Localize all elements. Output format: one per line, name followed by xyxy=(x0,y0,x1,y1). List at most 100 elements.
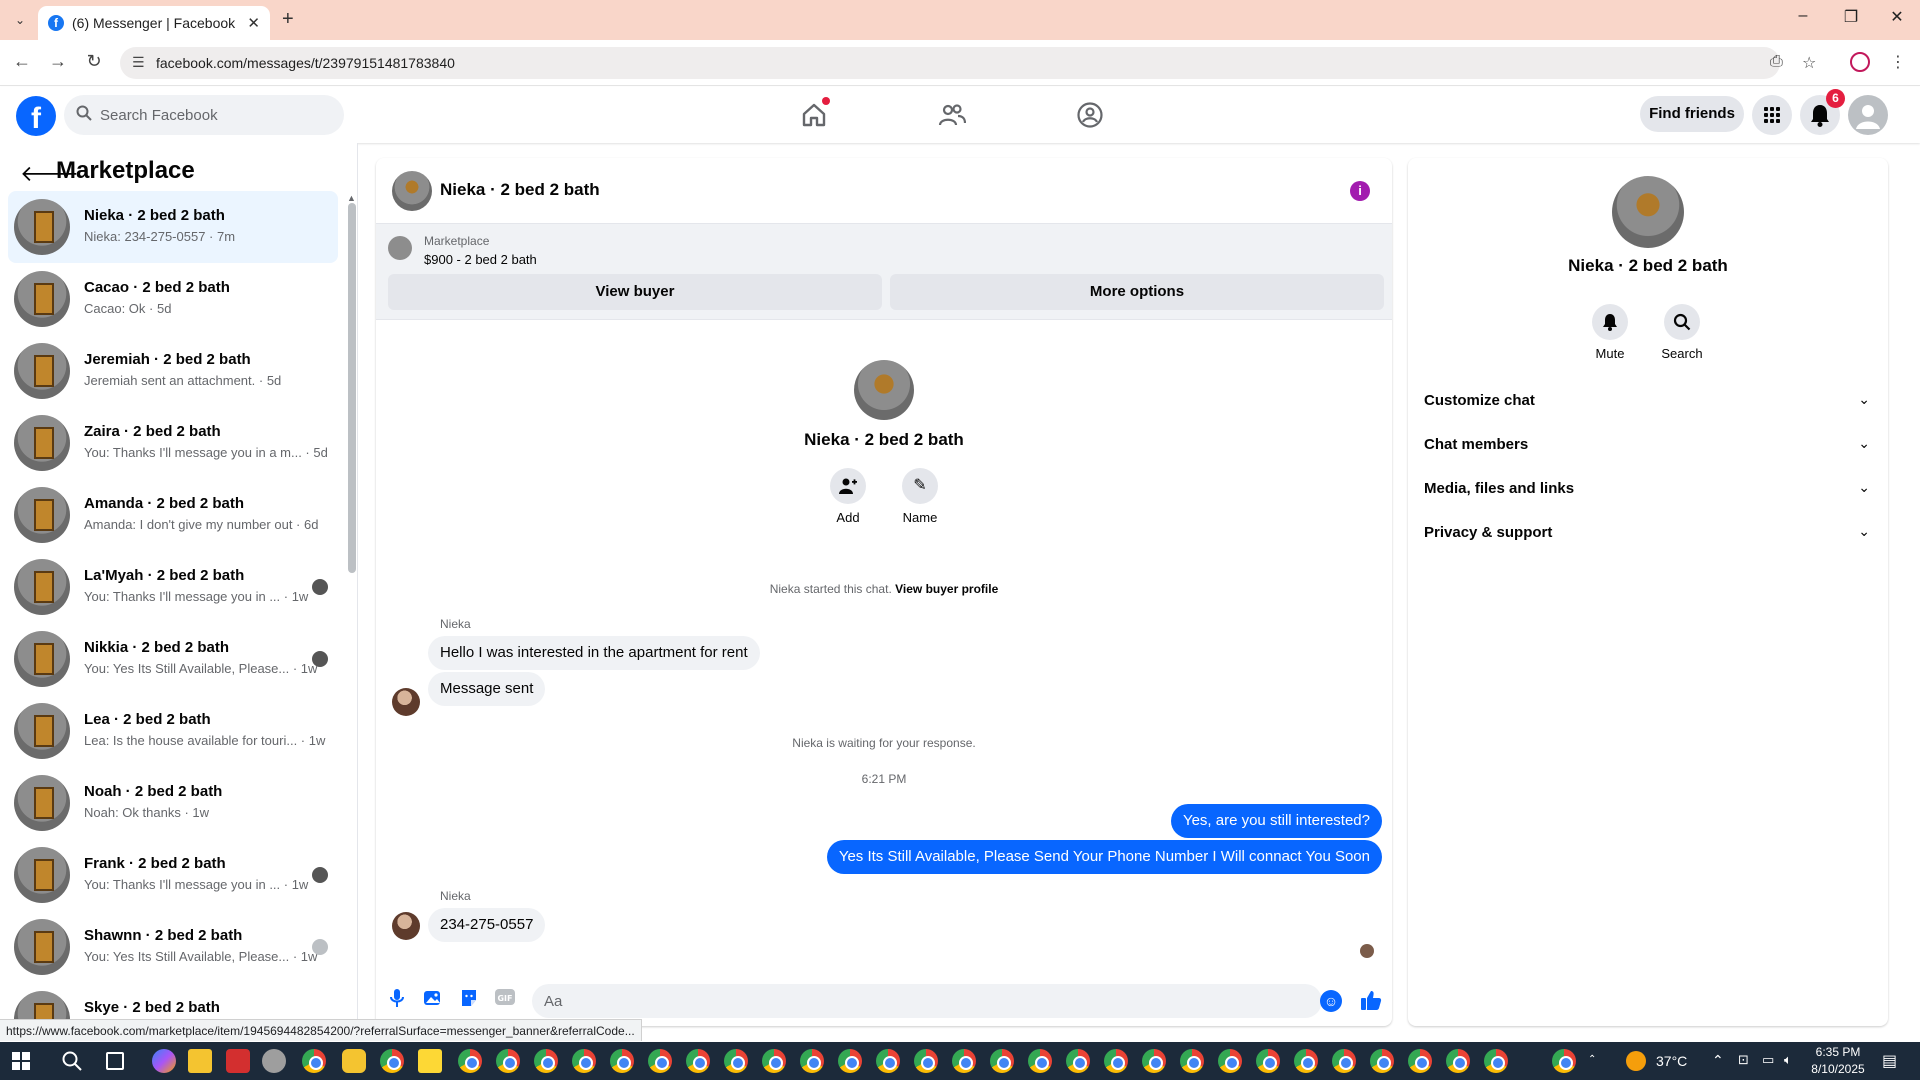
weather-sun-icon[interactable] xyxy=(1626,1051,1646,1071)
friends-icon[interactable] xyxy=(938,101,966,129)
incoming-message[interactable]: Hello I was interested in the apartment … xyxy=(428,636,760,670)
copilot-icon[interactable] xyxy=(152,1049,176,1073)
find-friends-button[interactable]: Find friends xyxy=(1640,96,1744,132)
chrome-icon[interactable] xyxy=(1370,1049,1394,1073)
volume-icon[interactable]: 🔈︎ xyxy=(1784,1052,1792,1068)
temperature[interactable]: 37°C xyxy=(1656,1053,1687,1069)
app-gray-icon[interactable] xyxy=(262,1049,286,1073)
media-files-links-row[interactable]: Media, files and links ⌄ xyxy=(1424,470,1872,510)
chrome-icon[interactable] xyxy=(1066,1049,1090,1073)
scroll-up-arrow-icon[interactable]: ▲ xyxy=(347,193,356,203)
conversation-item[interactable]: Lea · 2 bed 2 bath Lea: Is the house ava… xyxy=(8,695,338,767)
chat-avatar[interactable] xyxy=(392,171,432,211)
conversation-item[interactable]: Jeremiah · 2 bed 2 bath Jeremiah sent an… xyxy=(8,335,338,407)
chrome-icon[interactable] xyxy=(1408,1049,1432,1073)
chrome-icon[interactable] xyxy=(914,1049,938,1073)
forward-arrow-icon[interactable]: → xyxy=(46,51,70,72)
listing-thumbnail[interactable] xyxy=(388,236,412,260)
conversation-item[interactable]: Amanda · 2 bed 2 bath Amanda: I don't gi… xyxy=(8,479,338,551)
message-input[interactable] xyxy=(532,984,1322,1018)
site-info-icon[interactable]: ☰ xyxy=(132,54,145,71)
tab-search-chevron-icon[interactable]: ⌄ xyxy=(10,10,30,30)
microphone-icon[interactable] xyxy=(386,988,408,1010)
chrome-icon[interactable] xyxy=(1484,1049,1508,1073)
minimize-icon[interactable]: – xyxy=(1788,7,1818,25)
chrome-icon[interactable] xyxy=(380,1049,404,1073)
conversation-item[interactable]: Frank · 2 bed 2 bath You: Thanks I'll me… xyxy=(8,839,338,911)
chat-title[interactable]: Nieka · 2 bed 2 bath xyxy=(440,180,600,200)
task-view-icon[interactable] xyxy=(106,1052,124,1070)
chrome-icon[interactable] xyxy=(1218,1049,1242,1073)
chrome-icon[interactable] xyxy=(496,1049,520,1073)
account-avatar[interactable] xyxy=(1848,95,1888,135)
conversation-scrollbar[interactable] xyxy=(348,203,356,573)
conversation-item[interactable]: Nieka · 2 bed 2 bath Nieka: 234-275-0557… xyxy=(8,191,338,263)
chrome-icon[interactable] xyxy=(838,1049,862,1073)
incoming-message[interactable]: Message sent xyxy=(428,672,546,706)
chrome-icon[interactable] xyxy=(1104,1049,1128,1073)
tray-app-icon[interactable]: ⊡ xyxy=(1738,1052,1749,1068)
new-tab-plus-icon[interactable]: + xyxy=(282,8,294,31)
browser-menu-icon[interactable]: ⋮ xyxy=(1890,52,1906,72)
window-close-icon[interactable]: ✕ xyxy=(1882,7,1912,27)
address-bar[interactable]: ☰ facebook.com/messages/t/23979151481783… xyxy=(120,47,1816,79)
listing-price[interactable]: $900 - 2 bed 2 bath xyxy=(424,252,537,267)
url-text[interactable]: facebook.com/messages/t/2397915148178384… xyxy=(156,55,455,71)
chrome-icon[interactable] xyxy=(1180,1049,1204,1073)
mute-button[interactable]: Mute xyxy=(1580,304,1640,361)
chrome-icon[interactable] xyxy=(952,1049,976,1073)
chrome-icon[interactable] xyxy=(1552,1049,1576,1073)
back-arrow-icon[interactable]: ← xyxy=(10,51,34,72)
groups-icon[interactable] xyxy=(1076,101,1104,129)
facebook-logo-icon[interactable]: f xyxy=(16,96,56,136)
chrome-icon[interactable] xyxy=(648,1049,672,1073)
browser-profile-icon[interactable] xyxy=(1850,52,1870,72)
chrome-icon[interactable] xyxy=(1028,1049,1052,1073)
notification-center-icon[interactable]: ▤ xyxy=(1882,1051,1897,1071)
gif-icon[interactable]: GIF xyxy=(494,988,516,1010)
conversation-item[interactable]: Nikkia · 2 bed 2 bath You: Yes Its Still… xyxy=(8,623,338,695)
conversation-item[interactable]: Noah · 2 bed 2 bath Noah: Ok thanks · 1w xyxy=(8,767,338,839)
chrome-icon[interactable] xyxy=(800,1049,824,1073)
menu-button[interactable] xyxy=(1752,95,1792,135)
app-red-icon[interactable] xyxy=(226,1049,250,1073)
chrome-icon[interactable] xyxy=(1142,1049,1166,1073)
conversation-item[interactable]: La'Myah · 2 bed 2 bath You: Thanks I'll … xyxy=(8,551,338,623)
chrome-icon[interactable] xyxy=(534,1049,558,1073)
outgoing-message[interactable]: Yes Its Still Available, Please Send You… xyxy=(826,840,1382,874)
chrome-icon[interactable] xyxy=(458,1049,482,1073)
reload-icon[interactable]: ↻ xyxy=(82,51,106,72)
sticker-icon[interactable] xyxy=(458,988,480,1010)
info-icon[interactable]: i xyxy=(1350,181,1370,201)
sender-avatar[interactable] xyxy=(392,912,420,940)
taskbar-search-icon[interactable] xyxy=(60,1049,84,1073)
tray-chevron-up-icon[interactable]: ⌃ xyxy=(1712,1052,1724,1069)
chrome-icon[interactable] xyxy=(724,1049,748,1073)
chat-members-row[interactable]: Chat members ⌄ xyxy=(1424,426,1872,466)
file-explorer-icon[interactable] xyxy=(188,1049,212,1073)
conversation-item[interactable]: Shawnn · 2 bed 2 bath You: Yes Its Still… xyxy=(8,911,338,983)
facebook-search[interactable] xyxy=(64,95,344,135)
network-icon[interactable]: ▭ xyxy=(1762,1052,1774,1068)
chrome-icon[interactable] xyxy=(1332,1049,1356,1073)
chrome-icon[interactable] xyxy=(876,1049,900,1073)
sticky-notes-icon[interactable] xyxy=(418,1049,442,1073)
chrome-icon[interactable] xyxy=(762,1049,786,1073)
browser-tab[interactable]: f (6) Messenger | Facebook ✕ xyxy=(38,6,270,40)
chrome-icon[interactable] xyxy=(1446,1049,1470,1073)
clock-date[interactable]: 8/10/2025 xyxy=(1806,1062,1870,1076)
chrome-icon[interactable] xyxy=(302,1049,326,1073)
details-avatar[interactable] xyxy=(1612,176,1684,248)
taskbar-overflow-chevron-icon[interactable]: ⌃ xyxy=(1588,1054,1596,1065)
install-app-icon[interactable]: ⎙ xyxy=(1770,53,1783,71)
chrome-icon[interactable] xyxy=(610,1049,634,1073)
chrome-icon[interactable] xyxy=(572,1049,596,1073)
view-buyer-button[interactable]: View buyer xyxy=(388,274,882,310)
more-options-button[interactable]: More options xyxy=(890,274,1384,310)
chrome-icon[interactable] xyxy=(990,1049,1014,1073)
photo-icon[interactable] xyxy=(422,988,444,1010)
privacy-support-row[interactable]: Privacy & support ⌄ xyxy=(1424,514,1872,554)
search-in-chat-button[interactable]: Search xyxy=(1652,304,1712,361)
restore-icon[interactable]: ❐ xyxy=(1836,7,1866,27)
add-people-button[interactable]: Add xyxy=(818,468,878,525)
